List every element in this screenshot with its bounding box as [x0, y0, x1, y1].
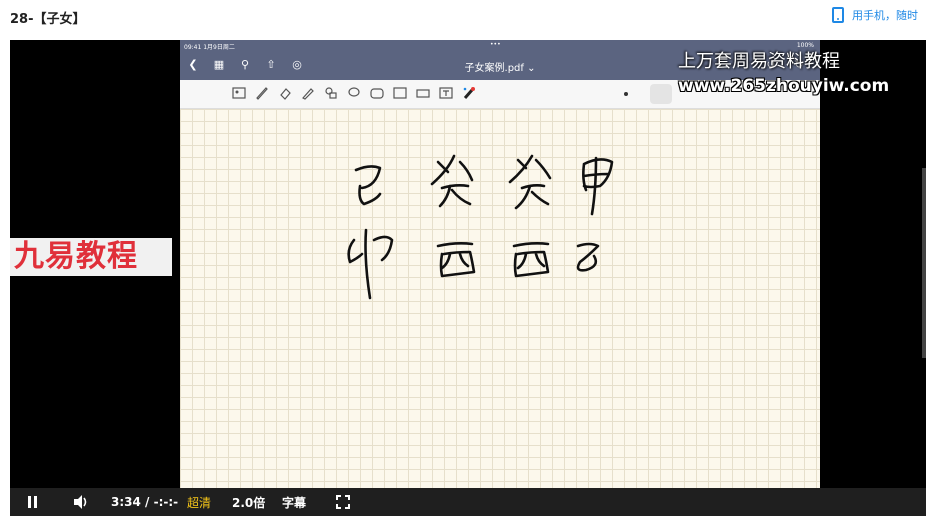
handwriting-layer	[347, 154, 614, 300]
mobile-watch-link[interactable]: 用手机，随时	[832, 7, 918, 23]
player-controls: 3:34 / -:-:- 超清 2.0倍 字幕	[10, 488, 926, 516]
subtitle-button[interactable]: 字幕	[282, 488, 306, 516]
handwriting-gui-2	[508, 154, 552, 210]
fullscreen-icon	[336, 495, 350, 509]
volume-button[interactable]	[72, 488, 90, 516]
mobile-watch-label: 用手机，随时	[852, 9, 918, 22]
video-frame: 09:41 1月9日周二 ••• 100% ❮ ▦ ⚲ ⇧ ◎ 子女案例.pdf…	[180, 40, 820, 488]
watermark-chinese: 上万套周易资料教程	[678, 51, 840, 72]
speed-button[interactable]: 2.0倍	[232, 488, 265, 516]
watermark-url: www.265zhouyiw.com	[678, 76, 890, 96]
handwriting-mao	[347, 228, 394, 300]
handwriting-you-1	[436, 242, 476, 278]
pause-icon-bar-left	[28, 496, 31, 508]
volume-icon	[74, 495, 87, 509]
fullscreen-button[interactable]	[336, 488, 350, 516]
handwriting-you-2	[512, 242, 550, 278]
pause-icon-bar-right	[34, 496, 37, 508]
side-scroll-indicator	[922, 168, 926, 358]
phone-icon	[832, 7, 844, 23]
video-player[interactable]: 九易教程 09:41 1月9日周二 ••• 100% ❮ ▦ ⚲ ⇧ ◎ 子女案…	[10, 40, 926, 516]
top-bar: 28-【子女】 用手机，随时	[0, 0, 926, 34]
page-title: 28-【子女】	[10, 12, 86, 27]
handwriting-jia	[582, 156, 614, 216]
time-display: 3:34 / -:-:-	[111, 495, 179, 509]
pause-button[interactable]	[28, 488, 37, 516]
handwriting-gui-1	[430, 154, 474, 208]
brand-logo: 九易教程	[10, 238, 172, 276]
handwriting-ji	[354, 165, 382, 206]
brand-text: 九易教程	[14, 239, 138, 274]
handwriting-zi	[576, 242, 600, 272]
quality-button[interactable]: 超清	[187, 488, 211, 516]
